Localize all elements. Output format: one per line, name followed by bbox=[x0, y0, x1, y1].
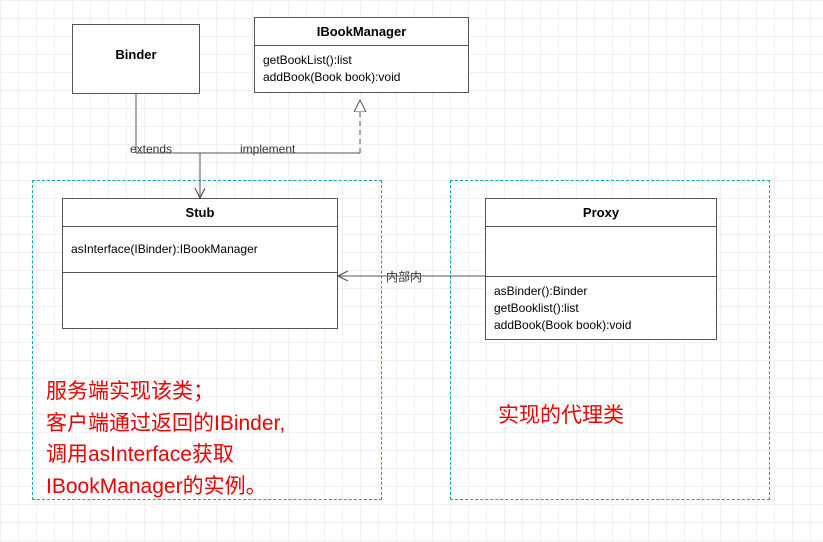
class-proxy: Proxy asBinder():Binder getBooklist():li… bbox=[485, 198, 717, 340]
inner-label: 内部内 bbox=[384, 268, 424, 285]
binder-title: Binder bbox=[73, 25, 199, 68]
ibookmanager-title: IBookManager bbox=[255, 18, 468, 46]
right-annotation: 实现的代理类 bbox=[498, 400, 624, 432]
method-row: getBookList():list bbox=[263, 52, 460, 69]
method-row: getBooklist():list bbox=[494, 300, 708, 317]
stub-methods: asInterface(IBinder):IBookManager bbox=[63, 227, 337, 272]
method-row: asInterface(IBinder):IBookManager bbox=[71, 241, 329, 258]
proxy-empty-section bbox=[486, 227, 716, 277]
class-stub: Stub asInterface(IBinder):IBookManager bbox=[62, 198, 338, 329]
method-row: asBinder():Binder bbox=[494, 283, 708, 300]
method-row: addBook(Book book):void bbox=[494, 317, 708, 334]
proxy-methods: asBinder():Binder getBooklist():list add… bbox=[486, 277, 716, 339]
class-binder: Binder bbox=[72, 24, 200, 94]
ibookmanager-methods: getBookList():list addBook(Book book):vo… bbox=[255, 46, 468, 92]
interface-ibookmanager: IBookManager getBookList():list addBook(… bbox=[254, 17, 469, 93]
extends-label: extends bbox=[128, 142, 174, 156]
implement-label: implement bbox=[238, 142, 297, 156]
stub-title: Stub bbox=[63, 199, 337, 227]
method-row: addBook(Book book):void bbox=[263, 69, 460, 86]
stub-empty-section bbox=[63, 272, 337, 328]
proxy-title: Proxy bbox=[486, 199, 716, 227]
left-annotation: 服务端实现该类； 客户端通过返回的IBinder, 调用asInterface获… bbox=[46, 376, 376, 502]
